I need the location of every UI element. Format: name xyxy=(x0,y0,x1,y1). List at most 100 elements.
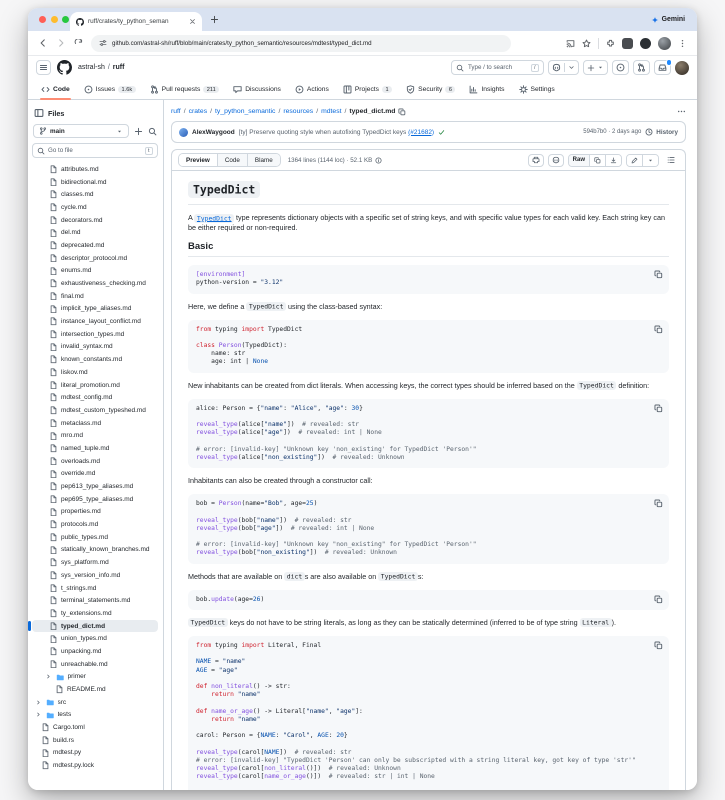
repo-tab-security[interactable]: Security6 xyxy=(400,85,461,99)
file-tree-item[interactable]: build.rs xyxy=(32,734,158,747)
collapse-sidebar-icon[interactable] xyxy=(34,108,44,118)
file-tree-item[interactable]: named_tuple.md xyxy=(32,442,158,455)
repo-tab-discussions[interactable]: Discussions xyxy=(227,85,287,99)
file-tree-item[interactable]: intersection_types.md xyxy=(32,328,158,341)
breadcrumb-link[interactable]: crates xyxy=(189,108,208,115)
file-tree-item[interactable]: unpacking.md xyxy=(32,645,158,658)
bookmark-star-icon[interactable] xyxy=(582,39,591,48)
file-tree-item[interactable]: decorators.md xyxy=(32,214,158,227)
copy-code-button[interactable] xyxy=(654,270,663,279)
file-tree-item[interactable]: liskov.md xyxy=(32,366,158,379)
copilot-file-button[interactable] xyxy=(548,154,564,167)
file-tree-item[interactable]: mdtest_custom_typeshed.md xyxy=(32,404,158,417)
file-tree-item[interactable]: overloads.md xyxy=(32,455,158,468)
raw-button[interactable]: Raw xyxy=(569,155,589,166)
file-tree-item[interactable]: final.md xyxy=(32,290,158,303)
more-options-icon[interactable] xyxy=(677,107,686,116)
inbox-button[interactable] xyxy=(654,60,671,75)
file-tree-item[interactable]: ty_extensions.md xyxy=(32,607,158,620)
breadcrumb-link[interactable]: ty_python_semantic xyxy=(215,108,275,115)
file-tree-item[interactable]: bidirectional.md xyxy=(32,176,158,189)
back-button[interactable] xyxy=(38,38,48,48)
outline-button[interactable] xyxy=(663,154,679,167)
reload-button[interactable] xyxy=(74,39,83,48)
file-tree-item[interactable]: protocols.md xyxy=(32,518,158,531)
file-tree-item[interactable]: implicit_type_aliases.md xyxy=(32,303,158,316)
file-tree-item[interactable]: terminal_statements.md xyxy=(32,594,158,607)
create-new-button[interactable] xyxy=(583,60,608,75)
your-issues-button[interactable] xyxy=(612,60,629,75)
repo-tab-settings[interactable]: Settings xyxy=(513,85,561,99)
file-tree-item[interactable]: classes.md xyxy=(32,188,158,201)
browser-profile-avatar[interactable] xyxy=(658,37,671,50)
copy-code-button[interactable] xyxy=(654,499,663,508)
extensions-puzzle-icon[interactable] xyxy=(606,39,615,48)
breadcrumb-link[interactable]: resources xyxy=(283,108,313,115)
file-tree-item[interactable]: mdtest_config.md xyxy=(32,391,158,404)
info-icon[interactable] xyxy=(375,157,382,164)
file-tree-item[interactable]: cycle.md xyxy=(32,201,158,214)
commit-message[interactable]: [ty] Preserve quoting style when autofix… xyxy=(239,129,434,136)
browser-tab[interactable]: ruff/crates/ty_python_seman xyxy=(70,12,202,31)
file-tree-item[interactable]: primer xyxy=(32,671,158,684)
copy-path-icon[interactable] xyxy=(398,108,406,116)
file-tree-item[interactable]: pep695_type_aliases.md xyxy=(32,493,158,506)
inline-link[interactable]: TypedDict xyxy=(194,214,234,223)
file-tree-item[interactable]: union_types.md xyxy=(32,632,158,645)
file-tree-item[interactable]: invalid_syntax.md xyxy=(32,341,158,354)
file-tree-item[interactable]: statically_known_branches.md xyxy=(32,544,158,557)
edit-button[interactable] xyxy=(627,155,642,166)
extension-badge[interactable] xyxy=(622,38,633,49)
breadcrumb-link[interactable]: mdtest xyxy=(321,108,341,115)
browser-menu-icon[interactable] xyxy=(678,39,687,48)
forward-button[interactable] xyxy=(56,38,66,48)
history-button[interactable]: History xyxy=(645,128,678,136)
file-tree-item[interactable]: mdtest.py.lock xyxy=(32,759,158,772)
file-tree-item[interactable]: sys_platform.md xyxy=(32,556,158,569)
file-tree-item[interactable]: metaclass.md xyxy=(32,417,158,430)
file-tree-item[interactable]: override.md xyxy=(32,468,158,481)
copilot-button[interactable] xyxy=(548,60,579,75)
extension-badge-2[interactable] xyxy=(640,38,651,49)
commit-author[interactable]: AlexWaygood xyxy=(192,129,235,136)
file-tree-item[interactable]: descriptor_protocol.md xyxy=(32,252,158,265)
download-button[interactable] xyxy=(605,155,621,166)
file-tree-item[interactable]: instance_layout_conflict.md xyxy=(32,315,158,328)
window-zoom-button[interactable] xyxy=(62,16,69,23)
view-tab-blame[interactable]: Blame xyxy=(247,154,280,166)
repo-tab-actions[interactable]: Actions xyxy=(289,85,335,99)
copy-code-button[interactable] xyxy=(654,595,663,604)
copy-code-button[interactable] xyxy=(654,325,663,334)
edit-dropdown[interactable] xyxy=(642,155,658,166)
file-tree-item[interactable]: README.md xyxy=(32,683,158,696)
repo-tab-insights[interactable]: Insights xyxy=(463,85,510,99)
file-tree-item[interactable]: enums.md xyxy=(32,265,158,278)
file-tree-item[interactable]: attributes.md xyxy=(32,163,158,176)
file-tree-item[interactable]: public_types.md xyxy=(32,531,158,544)
file-tree-item[interactable]: src xyxy=(32,696,158,709)
file-tree-item[interactable]: Cargo.toml xyxy=(32,721,158,734)
go-to-file-input[interactable]: Go to file t xyxy=(32,143,158,158)
repo-tab-pull-requests[interactable]: Pull requests211 xyxy=(144,85,226,99)
repo-tab-issues[interactable]: Issues1.6k xyxy=(78,85,142,99)
file-tree-item[interactable]: unreachable.md xyxy=(32,658,158,671)
print-button[interactable] xyxy=(528,154,544,167)
file-tree-item[interactable]: sys_version_info.md xyxy=(32,569,158,582)
user-avatar[interactable] xyxy=(675,61,689,75)
commit-hash-age[interactable]: 594b7b0 · 2 days ago xyxy=(583,129,641,135)
new-tab-button[interactable] xyxy=(210,15,219,24)
github-logo[interactable] xyxy=(57,60,72,75)
window-close-button[interactable] xyxy=(39,16,46,23)
pr-link[interactable]: (#21682) xyxy=(408,129,434,136)
file-tree-item[interactable]: properties.md xyxy=(32,506,158,519)
address-bar[interactable]: github.com/astral-sh/ruff/blob/main/crat… xyxy=(91,35,511,52)
add-file-icon[interactable] xyxy=(134,127,143,136)
cast-icon[interactable] xyxy=(566,39,575,48)
copy-code-button[interactable] xyxy=(654,641,663,650)
file-tree-item[interactable]: pep613_type_aliases.md xyxy=(32,480,158,493)
global-nav-menu-button[interactable] xyxy=(36,60,51,75)
file-tree-item[interactable]: typed_dict.md xyxy=(32,620,158,633)
file-tree-item[interactable]: t_strings.md xyxy=(32,582,158,595)
file-tree-item[interactable]: known_constants.md xyxy=(32,353,158,366)
file-tree-item[interactable]: exhaustiveness_checking.md xyxy=(32,277,158,290)
